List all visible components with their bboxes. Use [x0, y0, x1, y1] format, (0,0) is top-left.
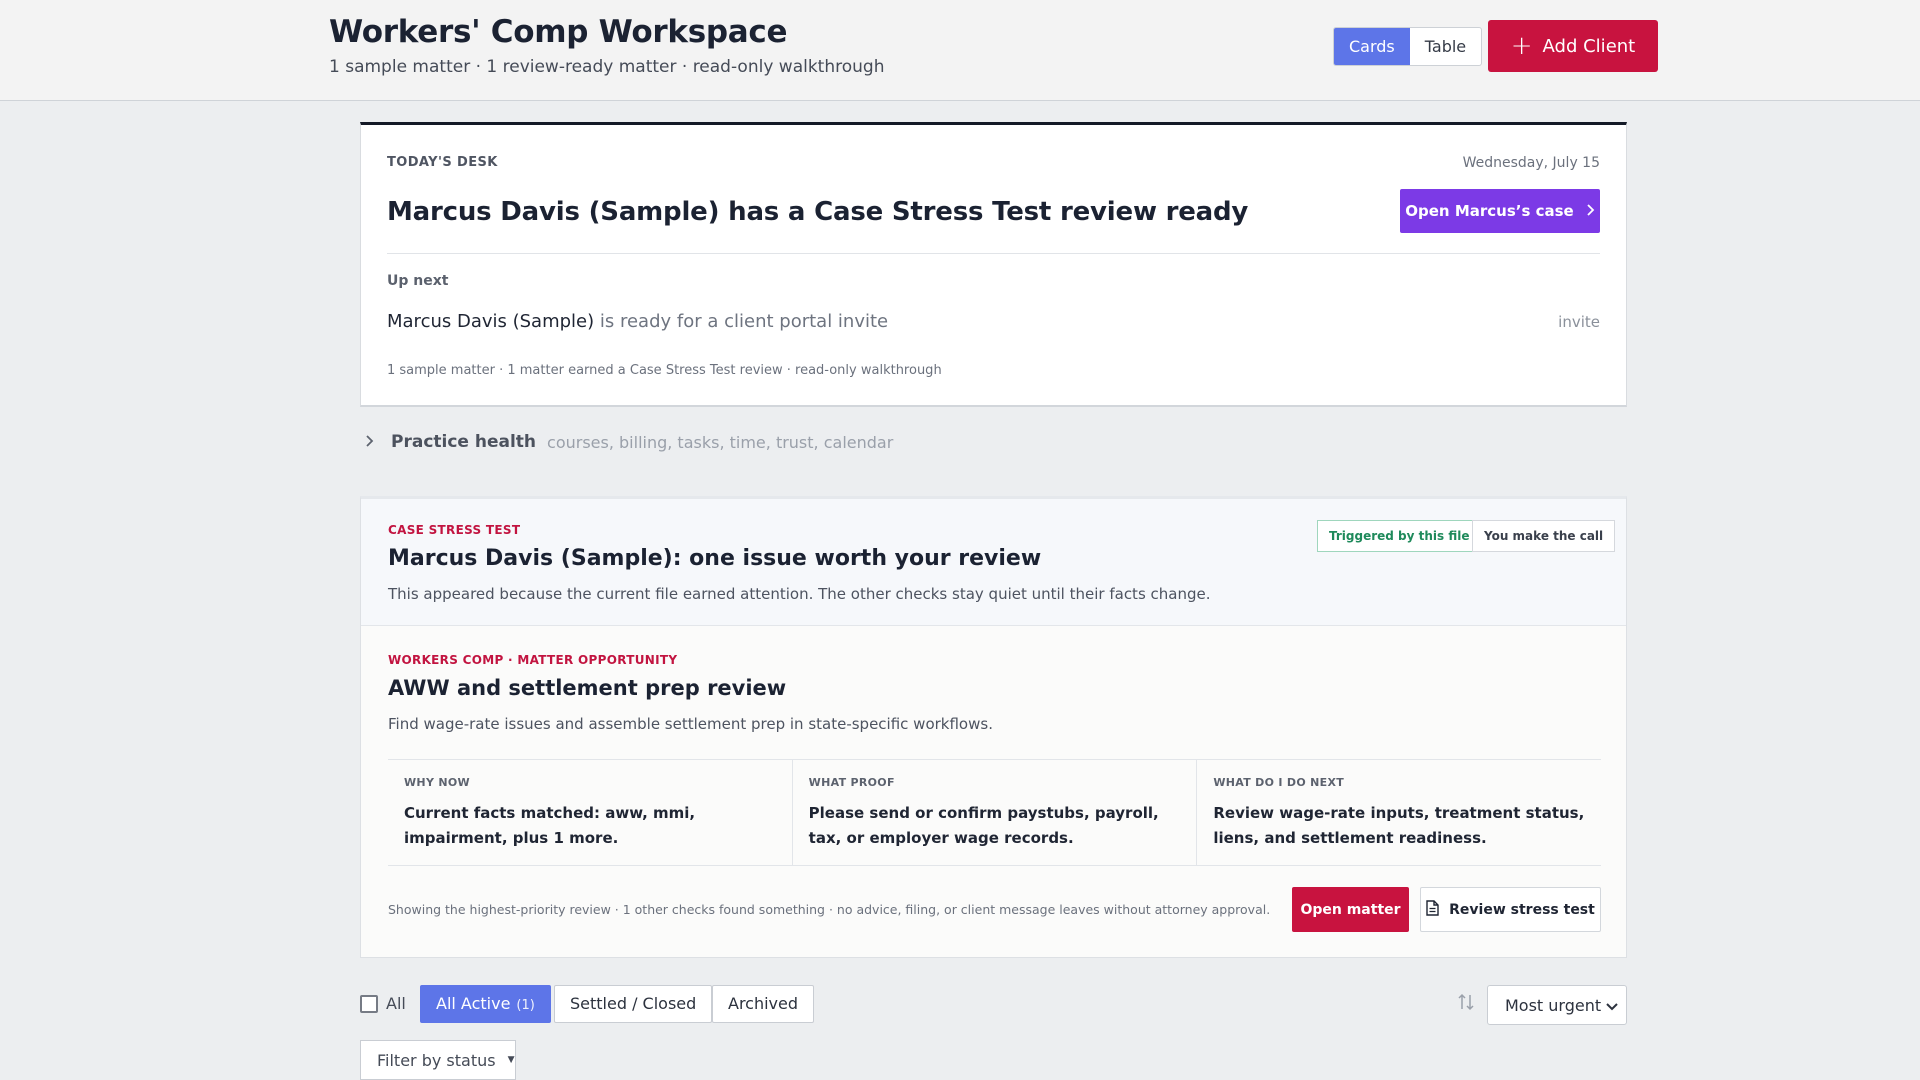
review-stress-test-label: Review stress test	[1449, 901, 1595, 918]
filter-bar: All All Active (1) Settled / Closed Archi…	[360, 985, 1627, 1025]
you-make-call-badge: You make the call	[1472, 520, 1616, 552]
what-proof-column: WHAT PROOF Please send or confirm paystu…	[793, 760, 1198, 865]
sort-select-value: Most urgent	[1505, 995, 1602, 1015]
practice-health-label: Practice health	[391, 432, 537, 452]
review-stress-test-button[interactable]: Review stress test	[1420, 887, 1601, 932]
desk-date: Wednesday, July 15	[1462, 155, 1600, 171]
chevron-right-icon	[1586, 202, 1595, 220]
up-next-text: is ready for a client portal invite	[594, 311, 889, 332]
page-subtitle: 1 sample matter · 1 review-ready matter …	[329, 57, 885, 77]
desk-headline: Marcus Davis (Sample) has a Case Stress …	[387, 197, 1249, 227]
view-table-button[interactable]: Table	[1410, 28, 1481, 65]
add-client-button[interactable]: + Add Client	[1488, 20, 1658, 72]
sort-select[interactable]: Most urgent	[1487, 985, 1627, 1025]
what-next-label: WHAT DO I DO NEXT	[1213, 776, 1345, 789]
open-matter-button[interactable]: Open matter	[1292, 887, 1409, 932]
desk-eyebrow: TODAY'S DESK	[387, 155, 498, 170]
tab-settled-closed[interactable]: Settled / Closed	[554, 985, 713, 1023]
plus-icon: +	[1510, 31, 1533, 61]
stress-test-header: CASE STRESS TEST Marcus Davis (Sample): …	[361, 499, 1626, 626]
what-next-value: Review wage-rate inputs, treatment statu…	[1213, 804, 1585, 847]
up-next-label: Up next	[387, 273, 449, 289]
opportunity-title: AWW and settlement prep review	[388, 676, 787, 700]
select-all-label: All	[386, 994, 406, 1013]
opportunity-description: Find wage-rate issues and assemble settl…	[388, 715, 993, 733]
status-filter-dropdown[interactable]: Filter by status ▼	[360, 1040, 516, 1080]
status-filter-label: Filter by status	[377, 1050, 496, 1070]
what-proof-label: WHAT PROOF	[808, 776, 895, 789]
opportunity-details: WHY NOW Current facts matched: aww, mmi,…	[388, 759, 1601, 866]
document-icon	[1426, 899, 1439, 920]
up-next-client-name[interactable]: Marcus Davis (Sample)	[387, 311, 594, 332]
invite-link[interactable]: invite	[1558, 313, 1600, 331]
sort-icon[interactable]	[1458, 993, 1474, 1016]
stress-test-eyebrow: CASE STRESS TEST	[388, 523, 521, 537]
case-stress-test-card: CASE STRESS TEST Marcus Davis (Sample): …	[360, 496, 1627, 958]
chevron-down-icon	[1606, 996, 1618, 1015]
why-now-column: WHY NOW Current facts matched: aww, mmi,…	[388, 760, 793, 865]
practice-health-toggle[interactable]: Practice health courses, billing, tasks,…	[364, 432, 893, 452]
view-toggle: Cards Table	[1333, 27, 1483, 66]
opportunity-eyebrow: WORKERS COMP · MATTER OPPORTUNITY	[388, 653, 678, 667]
page-title: Workers' Comp Workspace	[329, 14, 788, 50]
tab-all-active[interactable]: All Active (1)	[420, 985, 551, 1023]
add-client-label: Add Client	[1542, 35, 1636, 57]
practice-health-meta: courses, billing, tasks, time, trust, ca…	[547, 432, 894, 452]
view-cards-button[interactable]: Cards	[1334, 28, 1410, 65]
desk-summary: 1 sample matter · 1 matter earned a Case…	[387, 363, 942, 378]
open-case-label: Open Marcus’s case	[1405, 202, 1574, 220]
triggered-badge: Triggered by this file	[1317, 520, 1482, 552]
what-proof-value: Please send or confirm paystubs, payroll…	[808, 804, 1159, 847]
what-next-column: WHAT DO I DO NEXT Review wage-rate input…	[1197, 760, 1601, 865]
chevron-right-icon	[364, 433, 391, 452]
workspace-header: Workers' Comp Workspace 1 sample matter …	[0, 0, 1920, 101]
stress-test-footer: Showing the highest-priority review · 1 …	[388, 902, 1271, 917]
tab-archived[interactable]: Archived	[712, 985, 815, 1023]
why-now-value: Current facts matched: aww, mmi, impairm…	[404, 804, 696, 847]
select-all-checkbox[interactable]	[360, 995, 378, 1013]
open-case-button[interactable]: Open Marcus’s case	[1400, 189, 1600, 233]
stress-test-title: Marcus Davis (Sample): one issue worth y…	[388, 546, 1042, 571]
stress-test-lead: This appeared because the current file e…	[388, 585, 1211, 603]
todays-desk-card: TODAY'S DESK Wednesday, July 15 Marcus D…	[360, 122, 1627, 407]
desk-divider	[387, 253, 1600, 254]
tab-all-active-count: (1)	[516, 998, 535, 1013]
up-next-item: Marcus Davis (Sample) is ready for a cli…	[387, 311, 888, 332]
caret-down-icon: ▼	[507, 1055, 515, 1065]
why-now-label: WHY NOW	[404, 776, 470, 789]
tab-all-active-label: All Active	[436, 994, 511, 1013]
